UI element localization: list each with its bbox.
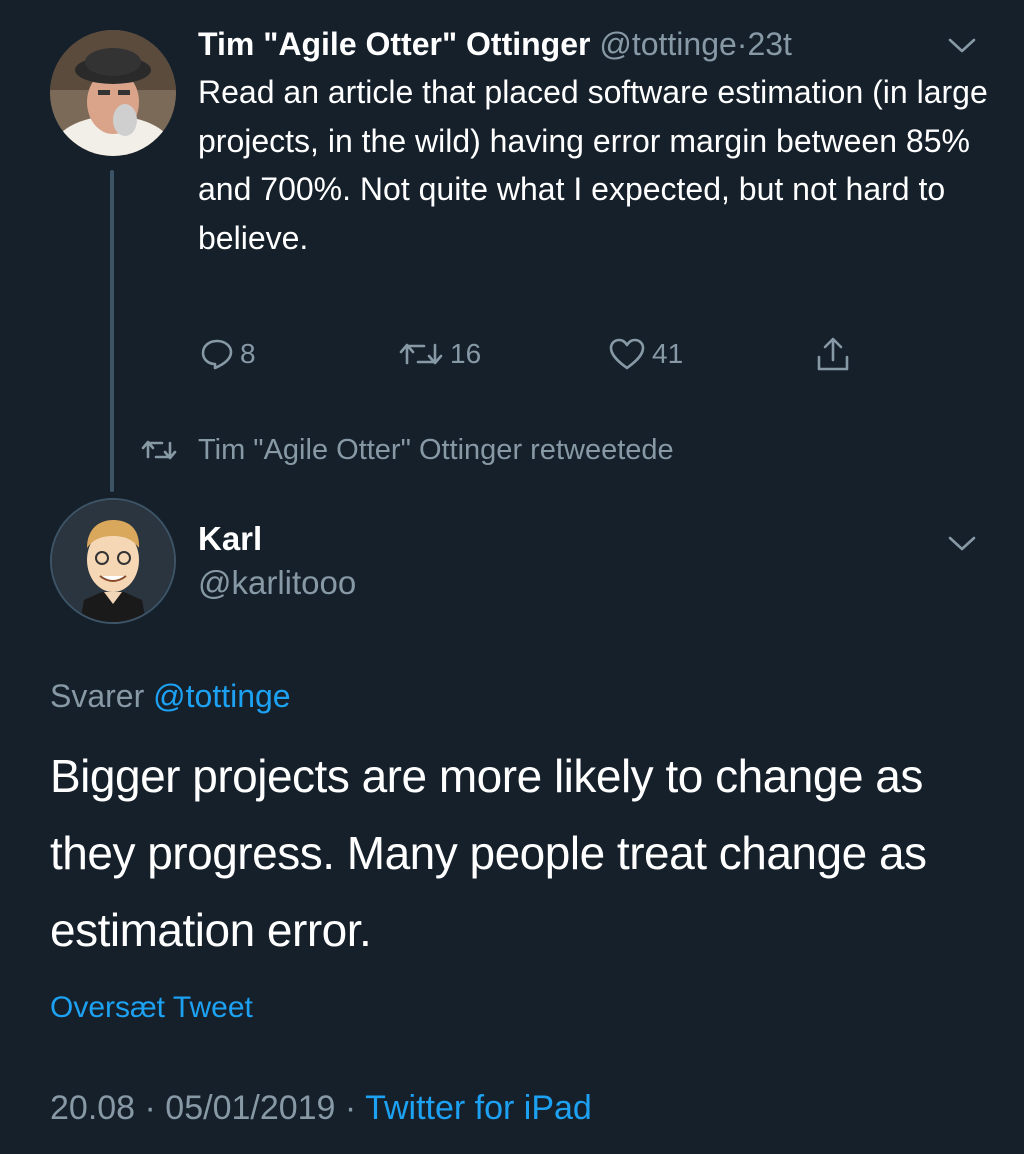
retweet-notice: Tim "Agile Otter" Ottinger retweetede xyxy=(140,428,674,472)
retweet-icon xyxy=(140,436,198,464)
avatar-tim[interactable] xyxy=(50,30,176,156)
like-button[interactable]: 41 xyxy=(608,334,683,374)
author-name-karl[interactable]: Karl xyxy=(198,518,262,560)
header-separator: · xyxy=(736,26,748,62)
chevron-down-icon[interactable] xyxy=(944,34,980,58)
retweet-icon xyxy=(398,337,444,371)
comment-icon xyxy=(200,337,234,371)
reply-count: 8 xyxy=(240,338,256,369)
tweet-source-link[interactable]: Twitter for iPad xyxy=(365,1089,592,1127)
reply-button[interactable]: 8 xyxy=(200,334,256,374)
share-button[interactable] xyxy=(814,334,852,374)
thread-connector-line xyxy=(110,170,114,492)
retweet-button[interactable]: 16 xyxy=(398,334,481,374)
reply-context: Svarer @tottinge xyxy=(50,674,291,718)
share-icon xyxy=(814,335,852,373)
tweet-text: Read an article that placed software est… xyxy=(198,74,988,256)
reply-mention-link[interactable]: @tottinge xyxy=(153,678,290,714)
retweet-notice-text[interactable]: Tim "Agile Otter" Ottinger retweetede xyxy=(198,434,674,467)
tweet-timestamp: 20.08 · 05/01/2019 xyxy=(50,1089,336,1127)
author-handle-karl[interactable]: @karlitooo xyxy=(198,562,356,604)
tweet-time[interactable]: 23t xyxy=(747,26,791,62)
heart-icon xyxy=(608,337,646,371)
translate-tweet-link[interactable]: Oversæt Tweet xyxy=(50,988,253,1028)
chevron-down-icon[interactable] xyxy=(944,532,980,556)
focused-tweet-text: Bigger projects are more likely to chang… xyxy=(50,750,927,956)
avatar-karl[interactable] xyxy=(50,498,176,624)
like-count: 41 xyxy=(652,338,684,369)
retweet-count: 16 xyxy=(450,338,482,369)
tweet-meta: 20.08 · 05/01/2019 · Twitter for iPad xyxy=(50,1086,592,1130)
meta-separator: · xyxy=(344,1089,357,1127)
tweet-header: Tim "Agile Otter" Ottinger @tottinge·23t xyxy=(198,22,792,66)
author-name[interactable]: Tim "Agile Otter" Ottinger xyxy=(198,26,590,62)
reply-prefix: Svarer xyxy=(50,678,145,714)
author-handle[interactable]: @tottinge xyxy=(599,26,736,62)
